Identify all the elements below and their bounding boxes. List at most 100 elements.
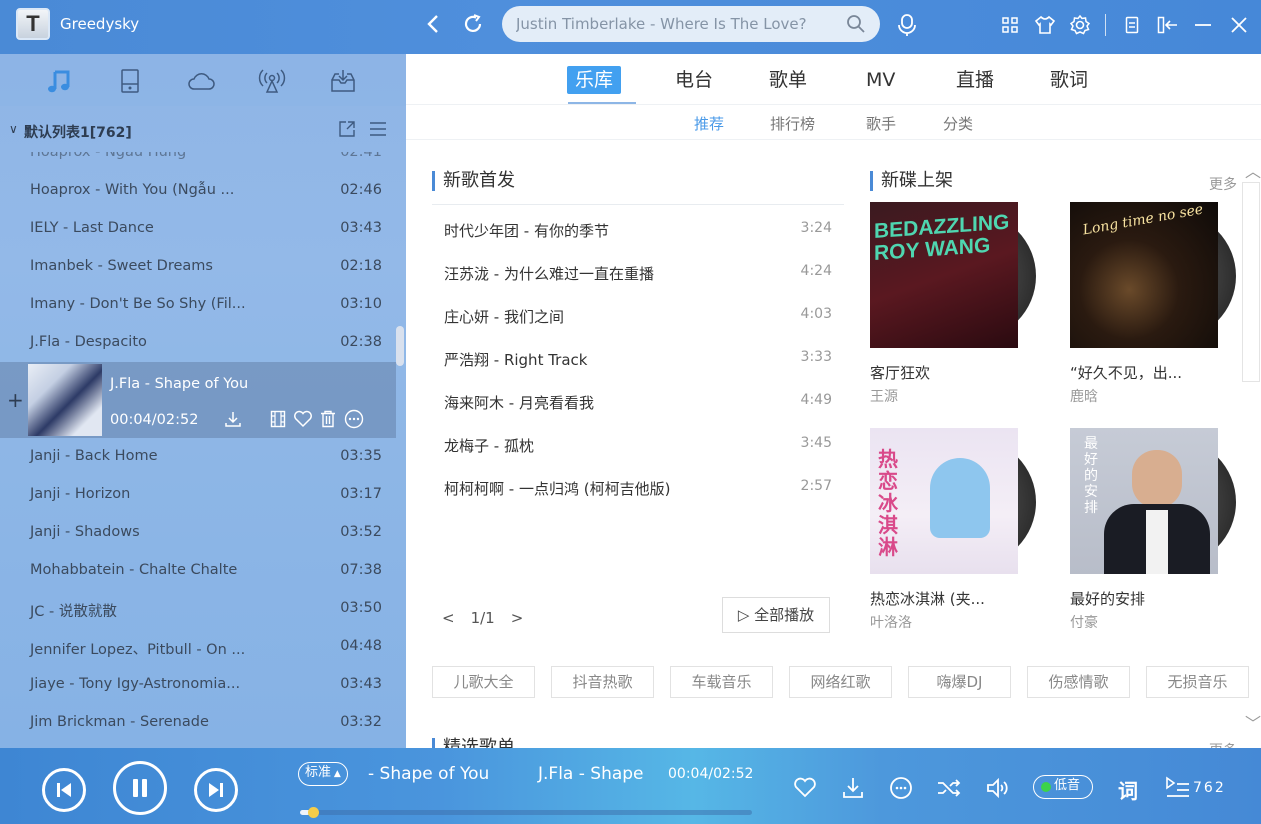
tag-item[interactable]: 网络红歌	[789, 666, 892, 698]
tab-playlists[interactable]: 歌单	[761, 66, 815, 94]
heart-icon[interactable]	[293, 410, 313, 432]
search-box[interactable]	[502, 6, 880, 42]
next-button[interactable]	[194, 768, 238, 812]
bass-boost-toggle[interactable]: 低音	[1033, 775, 1093, 799]
song-item[interactable]: Mohabbatein - Chalte Chalte 07:38	[0, 552, 396, 590]
main-scrollbar[interactable]	[1242, 182, 1260, 382]
lyrics-toggle-button[interactable]: 词	[1118, 775, 1138, 804]
tab-mv[interactable]: MV	[858, 66, 903, 94]
sidebar-tabs	[0, 54, 406, 106]
new-song-item[interactable]: 庄心妍 - 我们之间 4:03	[432, 294, 832, 334]
settings-gear-icon[interactable]	[1068, 13, 1092, 37]
scroll-up-icon[interactable]: ︿	[1245, 158, 1261, 182]
subtab-categories[interactable]: 分类	[943, 113, 973, 134]
playlist-button[interactable]: 762	[1165, 776, 1226, 800]
more-options-icon[interactable]	[344, 409, 364, 433]
playlist-header[interactable]: ∨ 默认列表1[762]	[0, 106, 406, 152]
caret-up-icon: ▲	[331, 769, 341, 779]
song-item[interactable]: JC - 说散就散 03:50	[0, 590, 396, 628]
song-item[interactable]: IELY - Last Dance 03:43	[0, 210, 396, 248]
quality-selector[interactable]: 标准 ▲	[298, 762, 348, 786]
tag-item[interactable]: 车载音乐	[670, 666, 773, 698]
previous-button[interactable]	[42, 768, 86, 812]
song-item[interactable]: Jim Brickman - Serenade 03:32	[0, 704, 396, 742]
tab-live[interactable]: 直播	[948, 66, 1002, 94]
music-note-icon	[48, 70, 70, 93]
mv-film-icon[interactable]	[270, 410, 286, 432]
back-icon[interactable]	[422, 12, 444, 36]
sidebar-tab-device[interactable]	[115, 66, 145, 96]
tag-item[interactable]: 嗨爆DJ	[908, 666, 1011, 698]
song-item[interactable]: J.Fla - Despacito 02:38	[0, 324, 396, 362]
subtab-charts[interactable]: 排行榜	[770, 113, 815, 134]
new-song-item[interactable]: 严浩翔 - Right Track 3:33	[432, 337, 832, 377]
delete-trash-icon[interactable]	[320, 410, 336, 432]
song-item-playing[interactable]: + J.Fla - Shape of You 00:04/02:52	[0, 362, 396, 438]
new-song-item[interactable]: 龙梅子 - 孤枕 3:45	[432, 423, 832, 463]
new-albums-title: 新碟上架	[870, 171, 953, 191]
song-item[interactable]: Janji - Shadows 03:52	[0, 514, 396, 552]
search-icon[interactable]	[846, 14, 866, 34]
subtab-recommend[interactable]: 推荐	[694, 113, 724, 134]
voice-search-icon[interactable]	[895, 12, 919, 38]
next-page-icon[interactable]: >	[511, 609, 524, 627]
sidebar-scrollbar[interactable]	[396, 326, 404, 366]
apps-grid-icon[interactable]	[999, 14, 1021, 36]
more-featured-link[interactable]: 更多	[1209, 740, 1237, 748]
song-item[interactable]: Jiaye - Tony Igy-Astronomia... 03:43	[0, 666, 396, 704]
collapse-panel-icon[interactable]	[1155, 13, 1181, 37]
song-item[interactable]: Jennifer Lopez、Pitbull - On ... 04:48	[0, 628, 396, 666]
new-song-item[interactable]: 海来阿木 - 月亮看看我 4:49	[432, 380, 832, 420]
download-icon[interactable]	[839, 774, 867, 802]
tag-item[interactable]: 儿歌大全	[432, 666, 535, 698]
new-song-item[interactable]: 时代少年团 - 有你的季节 3:24	[432, 208, 832, 248]
song-item[interactable]: Imanbek - Sweet Dreams 02:18	[0, 248, 396, 286]
progress-bar[interactable]	[300, 807, 752, 818]
player-song-title: - Shape of You	[368, 764, 490, 784]
chevron-down-icon[interactable]: ∨	[9, 122, 18, 136]
volume-icon[interactable]	[984, 774, 1012, 802]
sidebar-tab-radio[interactable]	[257, 66, 287, 96]
add-icon[interactable]: +	[7, 388, 24, 412]
menu-icon[interactable]	[368, 120, 388, 142]
tag-item[interactable]: 无损音乐	[1146, 666, 1249, 698]
tab-radio[interactable]: 电台	[667, 66, 721, 94]
more-options-icon[interactable]	[887, 774, 915, 802]
refresh-icon[interactable]	[461, 12, 485, 36]
new-songs-list: 时代少年团 - 有你的季节 3:24 汪苏泷 - 为什么难过一直在重播 4:24 庄…	[432, 204, 844, 498]
playlist-count: 762	[1193, 780, 1226, 796]
pause-button[interactable]	[113, 761, 167, 815]
song-item[interactable]: Janji - Back Home 03:35	[0, 438, 396, 476]
progress-knob[interactable]	[308, 807, 320, 818]
tag-item[interactable]: 伤感情歌	[1027, 666, 1130, 698]
scroll-down-icon[interactable]: ﹀	[1245, 710, 1261, 734]
search-input[interactable]	[516, 6, 836, 42]
minimize-icon[interactable]	[1192, 13, 1214, 37]
share-icon[interactable]	[338, 120, 356, 142]
song-item[interactable]: Janji - Horizon 03:17	[0, 476, 396, 514]
song-item[interactable]: Hoaprox - With You (Ngẫu ... 02:46	[0, 172, 396, 210]
subtab-artists[interactable]: 歌手	[866, 113, 896, 134]
skin-shirt-icon[interactable]	[1033, 13, 1057, 37]
close-icon[interactable]	[1228, 13, 1250, 37]
sidebar-tab-download[interactable]	[328, 66, 358, 96]
tab-lyrics[interactable]: 歌词	[1042, 66, 1096, 94]
mini-mode-icon[interactable]	[1121, 13, 1143, 37]
new-song-item[interactable]: 柯柯柯啊 - 一点归鸿 (柯柯吉他版) 2:57	[432, 466, 832, 506]
tab-library[interactable]: 乐库	[567, 66, 622, 94]
tag-item[interactable]: 抖音热歌	[551, 666, 654, 698]
prev-page-icon[interactable]: <	[442, 609, 455, 627]
sidebar-tab-cloud[interactable]	[186, 66, 216, 96]
player-bar: 标准 ▲ - Shape of You J.Fla - Shape 00:04/…	[0, 748, 1261, 824]
song-item[interactable]: Imany - Don't Be So Shy (Fil... 03:10	[0, 286, 396, 324]
new-song-item[interactable]: 汪苏泷 - 为什么难过一直在重播 4:24	[432, 251, 832, 291]
shuffle-icon[interactable]	[935, 774, 963, 802]
play-all-button[interactable]: ▷ 全部播放	[722, 597, 830, 633]
favorite-heart-icon[interactable]	[791, 774, 819, 802]
playing-time: 00:04/02:52	[110, 412, 199, 428]
download-icon[interactable]	[224, 410, 242, 432]
pause-icon	[133, 779, 147, 797]
more-albums-link[interactable]: 更多	[1209, 174, 1237, 194]
sidebar-tab-music[interactable]	[44, 66, 74, 96]
song-item[interactable]: Hoaprox - Ngau Hung 02:41	[0, 152, 396, 172]
